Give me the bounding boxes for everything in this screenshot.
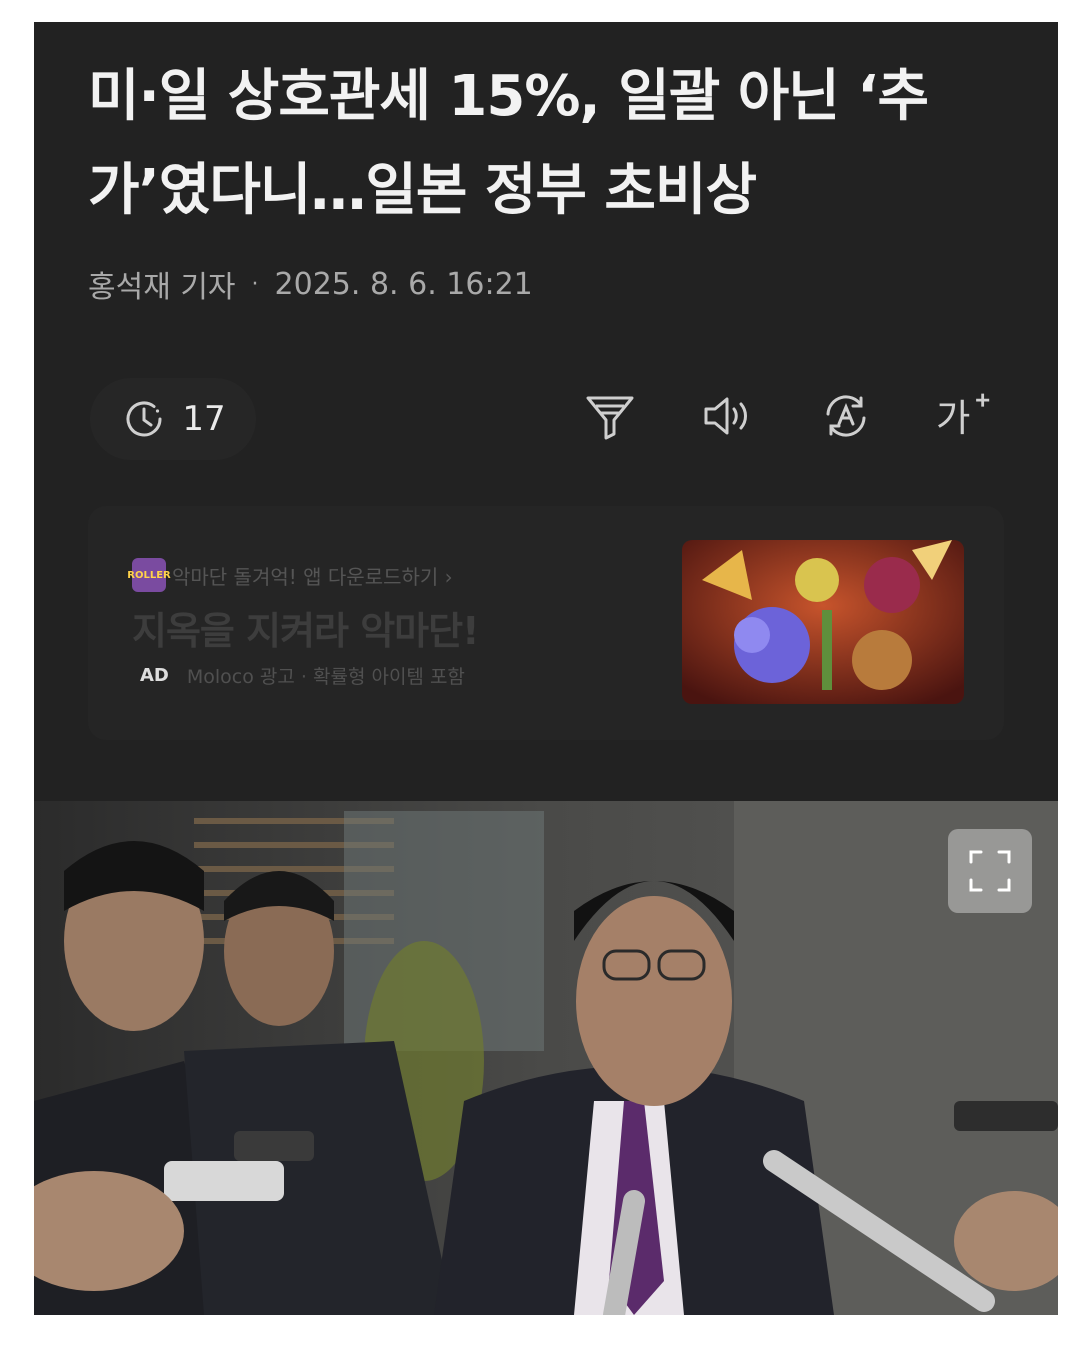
- ad-thumbnail-illustration: [682, 540, 964, 704]
- ad-app-logo: ROLLER: [127, 558, 171, 592]
- article-headline: 미·일 상호관세 15%, 일괄 아닌 ‘추 가’였다니…일본 정부 초비상: [88, 50, 1018, 238]
- translate-button[interactable]: [816, 386, 876, 446]
- speaker-icon: [704, 397, 747, 435]
- article-photo[interactable]: [34, 801, 1058, 1315]
- translate-icon: [826, 395, 866, 437]
- filter-icon: [586, 396, 634, 440]
- ad-cta-text: 악마단 돌겨억! 앱 다운로드하기 ›: [172, 564, 453, 589]
- publish-datetime: 2025. 8. 6. 16:21: [274, 266, 533, 302]
- svg-text:가: 가: [936, 396, 970, 440]
- ad-title: 지옥을 지켜라 악마단!: [132, 609, 479, 653]
- expand-icon: [969, 850, 1011, 892]
- headline-line-2: 가’였다니…일본 정부 초비상: [88, 158, 757, 223]
- ad-badge: AD: [140, 665, 169, 686]
- press-photo: [34, 801, 1058, 1315]
- article-meta: 홍석재 기자 · 2025. 8. 6. 16:21: [88, 262, 533, 306]
- ad-cta[interactable]: ROLLER 악마단 돌겨억! 앱 다운로드하기 ›: [127, 558, 453, 592]
- expand-photo-button[interactable]: [948, 829, 1032, 913]
- read-time-count: 17: [182, 399, 226, 439]
- reporter-name[interactable]: 홍석재 기자: [88, 262, 236, 306]
- ad-advertiser: Moloco 광고 · 확률형 아이템 포함: [186, 666, 465, 688]
- headline-line-1: 미·일 상호관세 15%, 일괄 아닌 ‘추: [88, 64, 929, 129]
- ad-footer: AD Moloco 광고 · 확률형 아이템 포함: [140, 662, 465, 689]
- font-size-icon: 가: [936, 393, 990, 440]
- read-time-pill[interactable]: 17: [90, 378, 256, 460]
- font-size-button[interactable]: 가: [934, 386, 994, 446]
- ad-thumbnail[interactable]: [682, 540, 964, 704]
- listen-button[interactable]: [698, 386, 758, 446]
- article-card: 미·일 상호관세 15%, 일괄 아닌 ‘추 가’였다니…일본 정부 초비상 홍…: [34, 22, 1058, 1315]
- meta-separator: ·: [251, 271, 259, 297]
- ad-banner[interactable]: ROLLER 악마단 돌겨억! 앱 다운로드하기 › 지옥을 지켜라 악마단! …: [88, 506, 1004, 740]
- filter-button[interactable]: [580, 386, 640, 446]
- clock-icon: [126, 401, 162, 437]
